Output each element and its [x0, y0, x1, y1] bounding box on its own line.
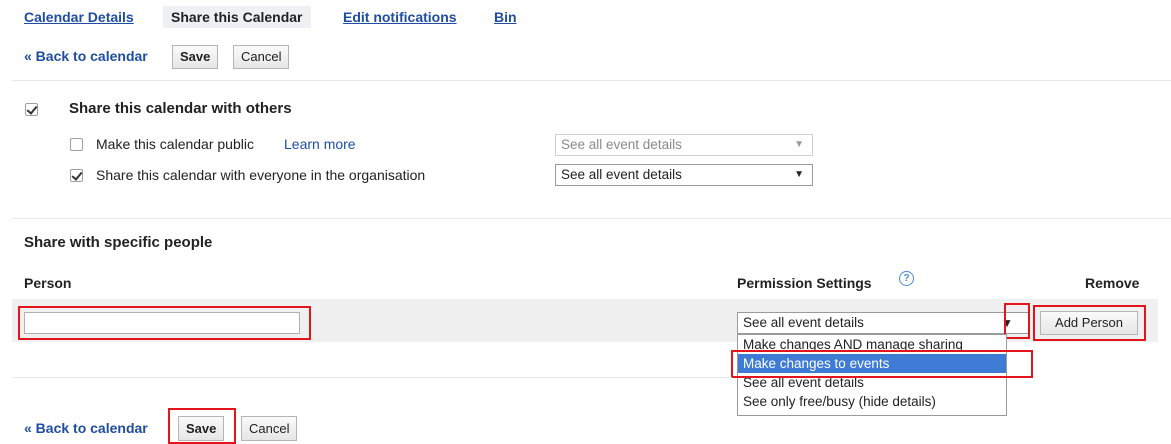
- make-changes-highlight: [731, 350, 1033, 378]
- permission-column-header: Permission Settings: [737, 275, 872, 291]
- public-permission-select[interactable]: See all event details ▼: [555, 134, 813, 156]
- person-column-header: Person: [24, 275, 72, 291]
- cancel-button-bottom[interactable]: Cancel: [241, 416, 298, 441]
- tab-bin[interactable]: Bin: [494, 9, 517, 25]
- divider: [12, 218, 1171, 219]
- back-to-calendar-link-bottom[interactable]: « Back to calendar: [24, 420, 148, 436]
- person-input-highlight: [18, 306, 311, 340]
- share-organisation-label: Share this calendar with everyone in the…: [96, 167, 426, 183]
- add-person-highlight: [1033, 305, 1146, 341]
- option-free-busy[interactable]: See only free/busy (hide details): [738, 392, 1006, 411]
- divider: [12, 80, 1171, 81]
- divider: [12, 377, 732, 378]
- question-circle-icon[interactable]: ?: [899, 271, 914, 286]
- permission-select[interactable]: See all event details ▼: [737, 312, 1030, 334]
- triangle-down-icon: ▼: [794, 139, 804, 150]
- save-button[interactable]: Save: [172, 45, 219, 69]
- organisation-permission-value: See all event details: [561, 167, 682, 182]
- tab-calendar-details[interactable]: Calendar Details: [24, 9, 134, 25]
- tab-edit-notifications[interactable]: Edit notifications: [343, 9, 457, 25]
- tab-share-this-calendar[interactable]: Share this Calendar: [163, 6, 311, 28]
- remove-column-header: Remove: [1085, 275, 1140, 291]
- permission-select-value: See all event details: [743, 315, 864, 330]
- cancel-button[interactable]: Cancel: [233, 45, 290, 69]
- share-with-others-heading: Share this calendar with others: [69, 100, 292, 117]
- learn-more-link[interactable]: Learn more: [284, 136, 356, 152]
- make-public-checkbox[interactable]: [70, 138, 83, 151]
- share-organisation-checkbox[interactable]: [70, 169, 83, 182]
- public-permission-value: See all event details: [561, 137, 682, 152]
- dropdown-arrow-highlight: [1004, 303, 1030, 339]
- triangle-down-icon: ▼: [794, 169, 804, 180]
- organisation-permission-select[interactable]: See all event details ▼: [555, 164, 813, 186]
- share-with-others-checkbox[interactable]: [25, 103, 38, 116]
- specific-people-heading: Share with specific people: [24, 234, 213, 251]
- back-to-calendar-link[interactable]: « Back to calendar: [24, 48, 148, 64]
- save-highlight: [168, 408, 236, 444]
- make-public-label: Make this calendar public: [96, 136, 254, 152]
